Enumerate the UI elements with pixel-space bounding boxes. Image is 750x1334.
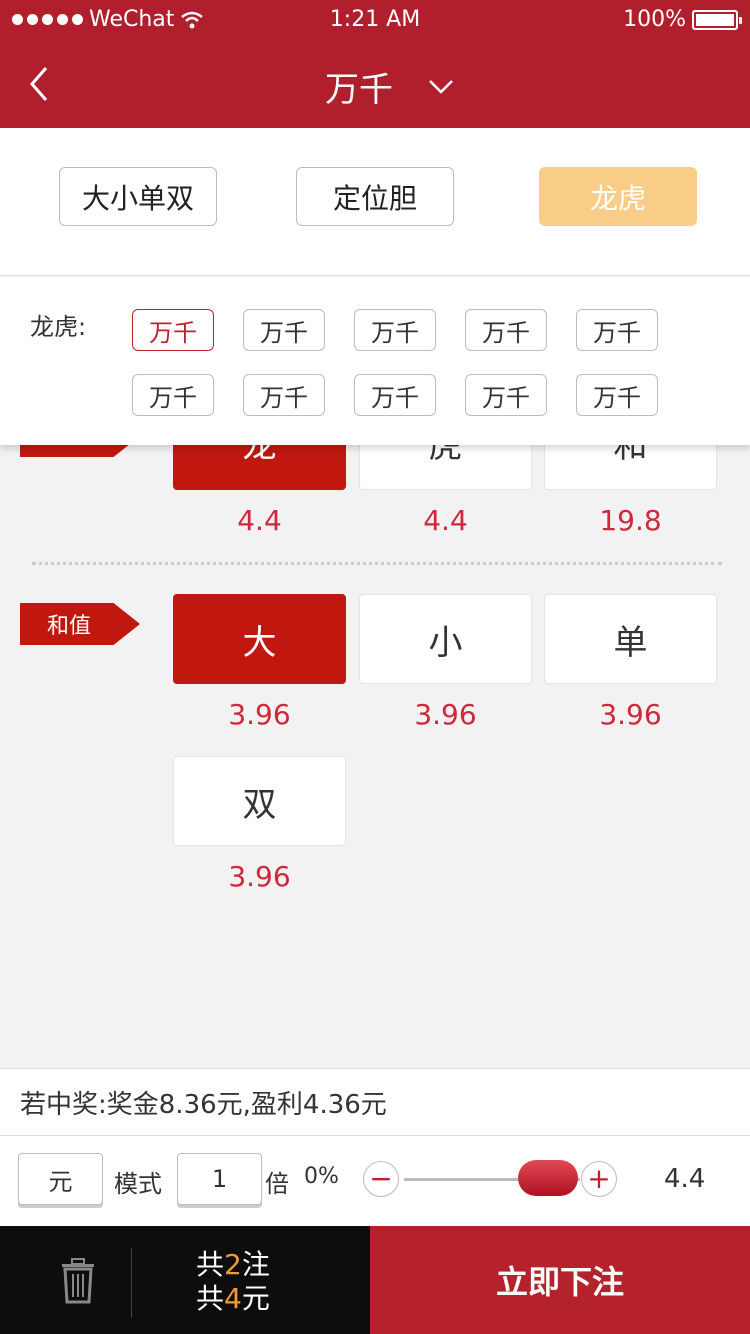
count-prefix: 共: [196, 1248, 225, 1281]
bet-summary: 共2注 共4元: [196, 1248, 270, 1316]
footer-divider: [131, 1248, 132, 1318]
option-label: 和: [613, 445, 648, 466]
option-big[interactable]: 大: [173, 594, 346, 684]
footer-summary-area: 共2注 共4元: [0, 1226, 370, 1334]
play-type-panel: 大小单双 定位胆 龙虎: [0, 128, 750, 276]
bet-count: 2: [224, 1248, 242, 1281]
option-small[interactable]: 小: [359, 594, 532, 684]
prize-info: 若中奖:奖金8.36元,盈利4.36元: [0, 1068, 750, 1136]
plus-button[interactable]: +: [581, 1161, 617, 1197]
tab-dragon-tiger[interactable]: 龙虎: [539, 167, 697, 226]
amount-suffix: 元: [241, 1282, 270, 1315]
tab-size-parity[interactable]: 大小单双: [59, 167, 217, 226]
minus-button[interactable]: −: [363, 1161, 399, 1197]
sub-panel-label: 龙虎:: [30, 313, 87, 341]
odds-tie: 19.8: [599, 504, 662, 537]
minus-icon: −: [369, 1162, 393, 1195]
section-divider: [32, 562, 722, 565]
multiplier-input[interactable]: 1: [177, 1153, 262, 1205]
chip-option[interactable]: 万千: [465, 309, 547, 351]
option-tie[interactable]: 和: [544, 445, 717, 490]
unit-select[interactable]: 元: [18, 1153, 103, 1205]
tab-position[interactable]: 定位胆: [296, 167, 454, 226]
option-label: 大: [242, 622, 277, 663]
chevron-down-icon: [429, 79, 453, 94]
bet-controls: 元 模式 1 倍 0% − + 4.4: [0, 1136, 750, 1226]
chip-option[interactable]: 万千: [576, 309, 658, 351]
bet-amount-line: 共4元: [196, 1282, 270, 1316]
multiplier-label: 倍: [265, 1170, 289, 1198]
page-title: 万千: [325, 70, 393, 110]
odds-odd: 3.96: [599, 698, 662, 731]
odds-big: 3.96: [228, 698, 291, 731]
section-tag-dragon: [20, 445, 140, 457]
option-label: 单: [613, 622, 648, 663]
footer-bar: 共2注 共4元 立即下注: [0, 1226, 750, 1334]
trash-icon: [62, 1258, 94, 1304]
rebate-slider-thumb[interactable]: [518, 1160, 578, 1196]
chip-option[interactable]: 万千: [132, 374, 214, 416]
section-tag-sum: 和值: [20, 603, 140, 645]
clear-button[interactable]: [56, 1258, 100, 1304]
header: WeChat 1:21 AM 100% 万千: [0, 0, 750, 128]
nav-title-dropdown[interactable]: 万千: [0, 62, 750, 111]
option-label: 双: [242, 784, 277, 825]
option-label: 虎: [428, 445, 463, 466]
option-odd[interactable]: 单: [544, 594, 717, 684]
chip-option[interactable]: 万千: [576, 374, 658, 416]
option-dragon[interactable]: 龙: [173, 445, 346, 490]
odds-even: 3.96: [228, 860, 291, 893]
battery-status: 100%: [623, 7, 742, 32]
submit-bet-button[interactable]: 立即下注: [370, 1226, 750, 1334]
battery-icon: [692, 9, 742, 30]
mode-label: 模式: [114, 1170, 162, 1198]
chip-option[interactable]: 万千: [243, 374, 325, 416]
option-label: 小: [428, 622, 463, 663]
chip-option[interactable]: 万千: [132, 309, 214, 351]
odds-value: 4.4: [664, 1164, 706, 1194]
sub-play-panel: 龙虎: 万千 万千 万千 万千 万千 万千 万千 万千 万千 万千: [0, 277, 750, 445]
battery-percent: 100%: [623, 7, 686, 32]
odds-dragon: 4.4: [237, 504, 282, 537]
bet-content: 龙 虎 和 4.4 4.4 19.8 和值 大 小 单 3.96 3.96 3.…: [0, 445, 750, 1068]
amount-prefix: 共: [196, 1282, 225, 1315]
plus-icon: +: [587, 1162, 611, 1195]
option-tiger[interactable]: 虎: [359, 445, 532, 490]
odds-small: 3.96: [414, 698, 477, 731]
bet-count-line: 共2注: [196, 1248, 270, 1282]
chip-option[interactable]: 万千: [243, 309, 325, 351]
count-suffix: 注: [241, 1248, 270, 1281]
status-bar: WeChat 1:21 AM 100%: [0, 0, 750, 40]
chip-option[interactable]: 万千: [465, 374, 547, 416]
odds-tiger: 4.4: [423, 504, 468, 537]
bet-amount: 4: [224, 1282, 242, 1315]
option-even[interactable]: 双: [173, 756, 346, 846]
chip-option[interactable]: 万千: [354, 374, 436, 416]
option-label: 龙: [242, 445, 277, 466]
chip-option[interactable]: 万千: [354, 309, 436, 351]
rebate-percent: 0%: [304, 1164, 339, 1189]
